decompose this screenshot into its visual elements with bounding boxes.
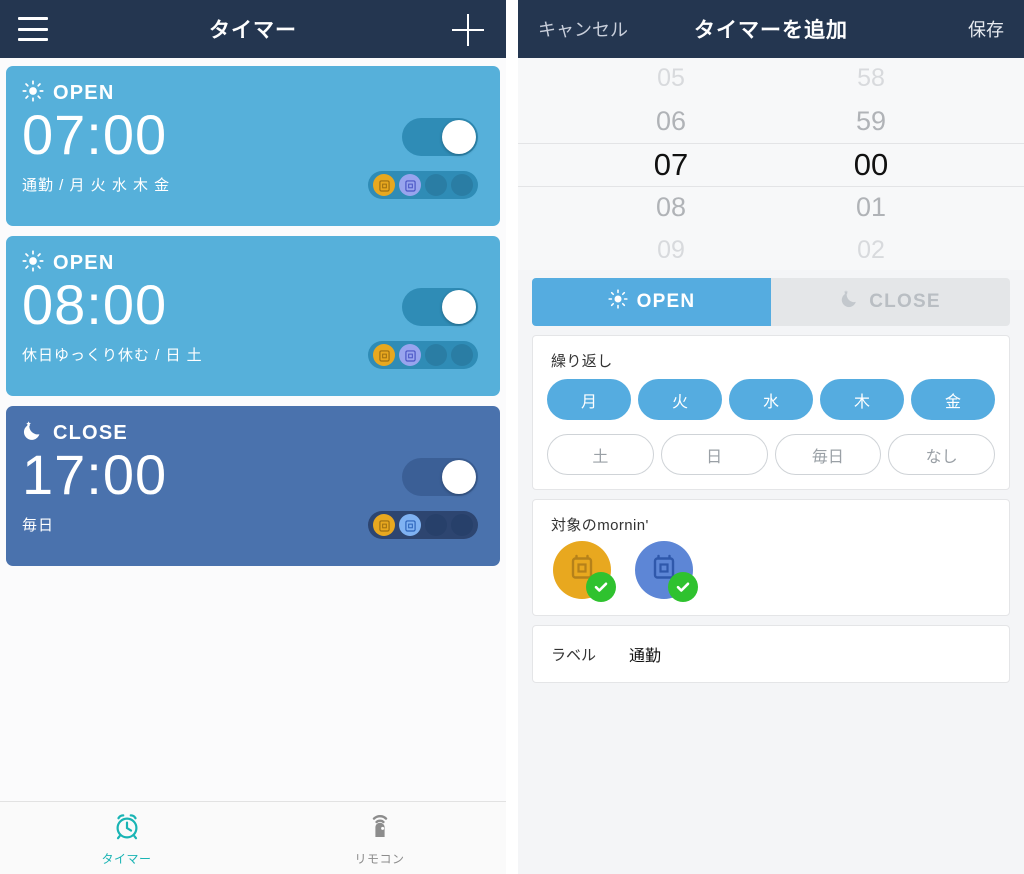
repeat-weekend-row: 土 日 毎日 なし [533,434,1009,489]
save-button[interactable]: 保存 [968,16,1004,42]
hour-option[interactable]: 09 [619,229,723,272]
label-section[interactable]: ラベル 通勤 [532,625,1010,683]
target-device-section: 対象のmornin' [532,499,1010,616]
hour-picker-column[interactable]: 05 06 07 08 09 [619,57,723,272]
minute-option[interactable]: 58 [819,57,923,100]
remote-icon [364,810,396,847]
segment-open[interactable]: OPEN [532,278,771,326]
add-timer-navbar: キャンセル タイマーを追加 保存 [518,0,1024,58]
picker-selection-line-bottom [518,186,1024,187]
mode-segmented-control: OPEN CLOSE [532,278,1010,326]
repeat-chip-sat[interactable]: 土 [547,434,654,475]
repeat-chip-mon[interactable]: 月 [547,379,631,420]
minute-option[interactable]: 02 [819,229,923,272]
device-dot-blue [399,514,421,536]
label-value[interactable]: 通勤 [629,642,661,666]
timer-device-indicator[interactable] [368,171,478,199]
bottom-tabbar: タイマー リモコン [0,801,506,874]
device-avatar-blue[interactable] [635,541,698,602]
repeat-chip-tue[interactable]: 火 [638,379,722,420]
repeat-section: 繰り返し 月 火 水 木 金 土 日 毎日 なし [532,335,1010,490]
page-title: タイマー [209,19,297,42]
repeat-title: 繰り返し [551,353,613,370]
time-picker[interactable]: 05 06 07 08 09 58 59 00 01 02 [518,58,1024,270]
device-dot-yellow [373,514,395,536]
tab-timer[interactable]: タイマー [0,802,253,874]
repeat-chip-wed[interactable]: 水 [729,379,813,420]
segment-close-label: CLOSE [869,291,941,312]
repeat-chip-fri[interactable]: 金 [911,379,995,420]
segment-close[interactable]: CLOSE [771,278,1010,326]
minute-option-selected[interactable]: 00 [819,143,923,186]
timer-device-indicator[interactable] [368,341,478,369]
target-device-title: 対象のmornin' [551,517,649,534]
timer-list-navbar: タイマー [0,0,506,58]
panel-divider [506,0,518,874]
label-row[interactable]: ラベル 通勤 [533,626,1009,682]
timer-list-screen: タイマー OPEN 07:00 通勤 / 月 火 水 木 金 OPEN 08:0… [0,0,506,874]
timer-toggle[interactable] [402,458,478,496]
moon-icon [840,289,860,315]
timer-card[interactable]: OPEN 08:00 休日ゆっくり休む / 日 土 [6,236,500,396]
minute-option[interactable]: 01 [819,186,923,229]
device-dot-purple [399,344,421,366]
toggle-knob [442,120,476,154]
minute-picker-column[interactable]: 58 59 00 01 02 [819,57,923,272]
device-dot-yellow [373,344,395,366]
tab-remote[interactable]: リモコン [253,802,506,874]
alarm-clock-icon [111,810,143,847]
screenshot-root: タイマー OPEN 07:00 通勤 / 月 火 水 木 金 OPEN 08:0… [0,0,1024,874]
repeat-weekday-row: 月 火 水 木 金 [533,371,1009,434]
segment-open-label: OPEN [636,291,696,312]
add-timer-screen: キャンセル タイマーを追加 保存 05 06 07 08 09 58 59 00… [518,0,1024,874]
sun-icon [608,289,628,315]
check-badge-icon [668,572,698,602]
timer-mode-label: OPEN [53,251,115,274]
tab-remote-label: リモコン [354,851,405,866]
device-dot-empty [425,514,447,536]
device-dot-empty [451,344,473,366]
timer-card-list: OPEN 07:00 通勤 / 月 火 水 木 金 OPEN 08:00 休日ゆ… [0,58,506,566]
hour-option[interactable]: 06 [619,100,723,143]
device-avatar-yellow[interactable] [553,541,616,602]
repeat-chip-none[interactable]: なし [888,434,995,475]
repeat-chip-thu[interactable]: 木 [820,379,904,420]
timer-card[interactable]: CLOSE 17:00 毎日 [6,406,500,566]
check-badge-icon [586,572,616,602]
timer-device-indicator[interactable] [368,511,478,539]
toggle-knob [442,290,476,324]
picker-selection-line-top [518,143,1024,144]
tab-timer-label: タイマー [101,851,152,866]
timer-card[interactable]: OPEN 07:00 通勤 / 月 火 水 木 金 [6,66,500,226]
device-dot-empty [451,514,473,536]
label-key: ラベル [551,646,597,664]
repeat-chip-everyday[interactable]: 毎日 [774,434,882,475]
timer-mode-label: CLOSE [53,421,128,444]
hour-option[interactable]: 05 [619,57,723,100]
minute-option[interactable]: 59 [819,100,923,143]
plus-icon[interactable] [452,14,484,46]
repeat-chip-sun[interactable]: 日 [660,434,768,475]
device-dot-yellow [373,174,395,196]
device-dot-purple [399,174,421,196]
timer-mode-label: OPEN [53,81,115,104]
toggle-knob [442,460,476,494]
device-dot-empty [451,174,473,196]
timer-toggle[interactable] [402,288,478,326]
device-dot-empty [425,344,447,366]
hour-option-selected[interactable]: 07 [619,143,723,186]
timer-toggle[interactable] [402,118,478,156]
device-dot-empty [425,174,447,196]
hour-option[interactable]: 08 [619,186,723,229]
cancel-button[interactable]: キャンセル [538,16,628,42]
device-avatar-list [533,535,1009,615]
